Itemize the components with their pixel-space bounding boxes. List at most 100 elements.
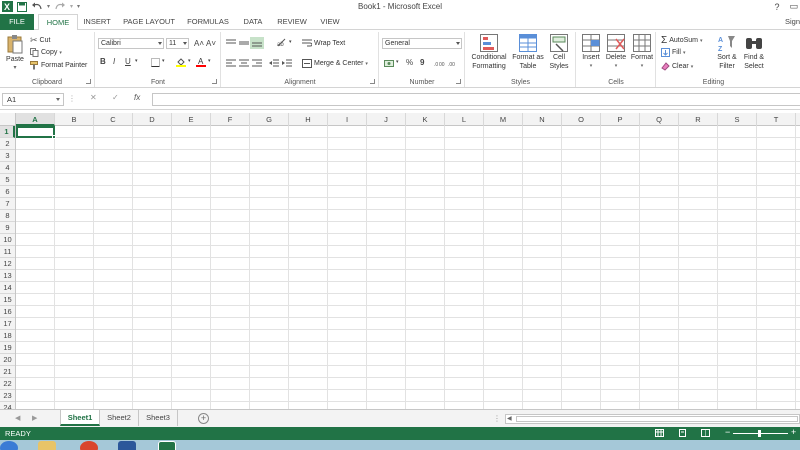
align-center-icon[interactable] <box>239 59 249 67</box>
font-name-combo[interactable]: Calibri <box>98 38 164 49</box>
column-header-i[interactable]: I <box>328 113 367 126</box>
percent-style-button[interactable]: % <box>406 58 413 67</box>
underline-button[interactable]: U <box>125 57 131 66</box>
row-header-4[interactable]: 4 <box>0 162 15 174</box>
accounting-format-icon[interactable] <box>384 59 396 68</box>
align-top-icon[interactable] <box>226 39 236 47</box>
column-header-m[interactable]: M <box>484 113 523 126</box>
column-header-t[interactable]: T <box>757 113 796 126</box>
font-color-icon[interactable]: A <box>196 57 206 67</box>
word-taskbar-icon[interactable] <box>118 441 136 450</box>
column-header-a[interactable]: A <box>16 113 55 126</box>
row-header-7[interactable]: 7 <box>0 198 15 210</box>
column-header-d[interactable]: D <box>133 113 172 126</box>
cut-button[interactable]: ✂ Cut <box>30 35 50 46</box>
column-header-o[interactable]: O <box>562 113 601 126</box>
row-header-22[interactable]: 22 <box>0 378 15 390</box>
start-orb-icon[interactable] <box>0 441 18 450</box>
normal-view-icon[interactable] <box>655 429 664 437</box>
formula-input[interactable] <box>152 93 800 106</box>
row-header-6[interactable]: 6 <box>0 186 15 198</box>
column-header-k[interactable]: K <box>406 113 445 126</box>
zoom-out-icon[interactable]: − <box>725 427 730 437</box>
row-header-11[interactable]: 11 <box>0 246 15 258</box>
align-bottom-icon[interactable] <box>250 37 264 49</box>
help-icon[interactable]: ? <box>774 2 779 12</box>
shrink-font-icon[interactable]: A˅ <box>206 39 216 48</box>
number-format-combo[interactable]: General <box>382 38 462 49</box>
row-header-18[interactable]: 18 <box>0 330 15 342</box>
underline-dropdown-icon[interactable]: ▾ <box>135 58 138 64</box>
sort-filter-button[interactable]: A Z Sort & Filter <box>714 34 740 71</box>
column-header-p[interactable]: P <box>601 113 640 126</box>
column-header-g[interactable]: G <box>250 113 289 126</box>
autosum-button[interactable]: Σ AutoSum ▾ <box>661 35 703 46</box>
tab-review[interactable]: REVIEW <box>274 14 310 30</box>
clear-dropdown-icon[interactable]: ▾ <box>691 64 694 70</box>
column-header-b[interactable]: B <box>55 113 94 126</box>
row-header-23[interactable]: 23 <box>0 390 15 402</box>
row-header-9[interactable]: 9 <box>0 222 15 234</box>
decrease-indent-icon[interactable] <box>269 59 279 67</box>
copy-button[interactable]: Copy ▾ <box>30 48 62 57</box>
find-select-button[interactable]: Find & Select <box>740 34 768 71</box>
next-sheet-icon[interactable]: ▶ <box>32 414 37 422</box>
row-header-21[interactable]: 21 <box>0 366 15 378</box>
sheet-tab-2[interactable]: Sheet2 <box>100 410 139 426</box>
number-format-dropdown-icon[interactable] <box>456 42 460 45</box>
tab-data[interactable]: DATA <box>238 14 268 30</box>
column-header-s[interactable]: S <box>718 113 757 126</box>
font-color-dropdown-icon[interactable]: ▾ <box>208 58 211 64</box>
name-box-dropdown-icon[interactable] <box>56 98 60 101</box>
name-box[interactable]: A1 <box>2 93 64 106</box>
select-all-corner[interactable] <box>0 113 16 126</box>
zoom-knob[interactable] <box>758 430 761 437</box>
cell-styles-button[interactable]: Cell Styles <box>545 34 573 71</box>
delete-cells-button[interactable]: Delete ▾ <box>603 34 629 71</box>
format-as-table-button[interactable]: Format as Table <box>510 34 546 71</box>
autosum-dropdown-icon[interactable]: ▾ <box>700 38 703 44</box>
row-header-5[interactable]: 5 <box>0 174 15 186</box>
column-header-h[interactable]: H <box>289 113 328 126</box>
format-painter-button[interactable]: Format Painter <box>30 61 87 70</box>
column-header-q[interactable]: Q <box>640 113 679 126</box>
align-middle-icon[interactable] <box>239 39 249 47</box>
add-sheet-button[interactable]: + <box>198 413 209 424</box>
row-header-1[interactable]: 1 <box>0 126 15 138</box>
borders-icon[interactable] <box>151 58 160 67</box>
align-left-icon[interactable] <box>226 59 236 67</box>
cancel-icon[interactable]: ✕ <box>90 93 97 102</box>
column-header-j[interactable]: J <box>367 113 406 126</box>
conditional-formatting-button[interactable]: Conditional Formatting <box>468 34 510 71</box>
row-header-13[interactable]: 13 <box>0 270 15 282</box>
tab-formulas[interactable]: FORMULAS <box>184 14 232 30</box>
fill-color-icon[interactable] <box>176 57 186 67</box>
format-cells-dropdown-icon[interactable]: ▾ <box>629 62 655 71</box>
row-header-17[interactable]: 17 <box>0 318 15 330</box>
number-launcher-icon[interactable] <box>456 79 461 84</box>
sign-in-link[interactable]: Sign <box>785 14 800 30</box>
column-header-n[interactable]: N <box>523 113 562 126</box>
page-layout-view-icon[interactable] <box>678 429 687 437</box>
orientation-dropdown-icon[interactable]: ▾ <box>289 39 292 45</box>
tab-view[interactable]: VIEW <box>316 14 344 30</box>
merge-center-dropdown-icon[interactable]: ▾ <box>365 61 368 67</box>
zoom-in-icon[interactable]: + <box>791 427 796 437</box>
alignment-launcher-icon[interactable] <box>370 79 375 84</box>
font-name-dropdown-icon[interactable] <box>158 42 162 45</box>
format-cells-button[interactable]: Format ▾ <box>629 34 655 71</box>
column-header-e[interactable]: E <box>172 113 211 126</box>
increase-indent-icon[interactable] <box>282 59 292 67</box>
fill-button[interactable]: Fill ▾ <box>661 48 685 57</box>
tab-split-handle-icon[interactable]: ⋮ <box>493 414 501 423</box>
scrollbar-thumb[interactable] <box>516 416 798 422</box>
insert-function-icon[interactable]: fx <box>134 93 140 102</box>
row-header-16[interactable]: 16 <box>0 306 15 318</box>
paste-button[interactable]: Paste ▾ <box>3 34 27 73</box>
font-size-combo[interactable]: 11 <box>166 38 189 49</box>
cell-area[interactable] <box>16 126 800 409</box>
row-header-14[interactable]: 14 <box>0 282 15 294</box>
sheet-tab-3[interactable]: Sheet3 <box>139 410 178 426</box>
font-launcher-icon[interactable] <box>212 79 217 84</box>
borders-dropdown-icon[interactable]: ▾ <box>162 58 165 64</box>
